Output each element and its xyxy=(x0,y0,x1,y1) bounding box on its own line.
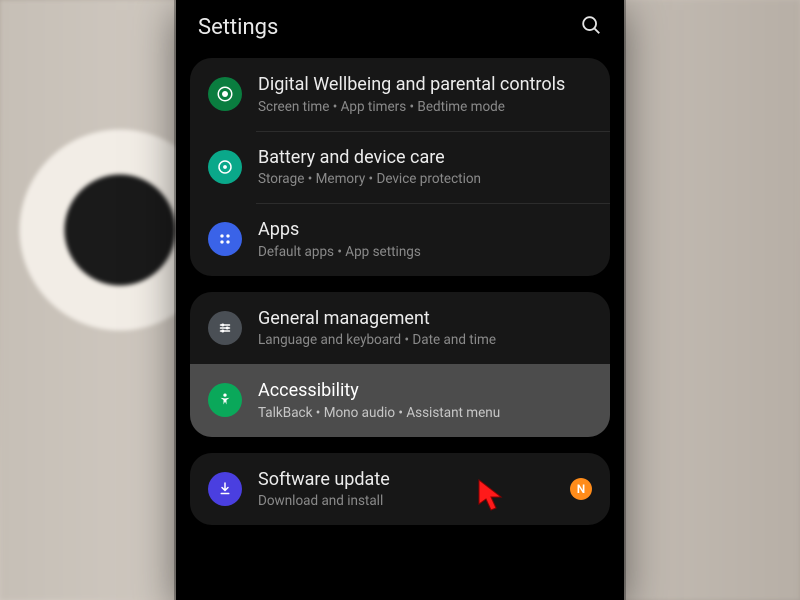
row-title: Battery and device care xyxy=(258,147,592,170)
row-text: General management Language and keyboard… xyxy=(258,308,592,349)
row-text: Software update Download and install xyxy=(258,469,554,510)
download-icon xyxy=(208,472,242,506)
row-title: Apps xyxy=(258,219,592,242)
row-text: Battery and device care Storage • Memory… xyxy=(258,147,592,188)
row-title: Software update xyxy=(258,469,554,492)
row-general[interactable]: General management Language and keyboard… xyxy=(190,292,610,365)
grid-icon xyxy=(208,222,242,256)
row-apps[interactable]: Apps Default apps • App settings xyxy=(190,203,610,276)
settings-group: Software update Download and install N xyxy=(190,453,610,526)
row-wellbeing[interactable]: Digital Wellbeing and parental controls … xyxy=(190,58,610,131)
row-subtitle: Language and keyboard • Date and time xyxy=(258,332,592,348)
row-title: Accessibility xyxy=(258,380,592,403)
row-text: Accessibility TalkBack • Mono audio • As… xyxy=(258,380,592,421)
phone-screen: Settings Digital Wellbeing and parental … xyxy=(176,0,624,600)
row-title: General management xyxy=(258,308,592,331)
sliders-icon xyxy=(208,311,242,345)
row-title: Digital Wellbeing and parental controls xyxy=(258,74,592,97)
person-icon xyxy=(208,383,242,417)
settings-header: Settings xyxy=(176,0,624,58)
row-battery[interactable]: Battery and device care Storage • Memory… xyxy=(190,131,610,204)
row-subtitle: Default apps • App settings xyxy=(258,244,592,260)
row-text: Apps Default apps • App settings xyxy=(258,219,592,260)
row-subtitle: Screen time • App timers • Bedtime mode xyxy=(258,99,592,115)
row-accessibility[interactable]: Accessibility TalkBack • Mono audio • As… xyxy=(190,364,610,437)
page-title: Settings xyxy=(198,15,278,40)
settings-group: Digital Wellbeing and parental controls … xyxy=(190,58,610,276)
settings-group: General management Language and keyboard… xyxy=(190,292,610,437)
row-subtitle: Download and install xyxy=(258,493,554,509)
target-icon xyxy=(208,77,242,111)
row-software[interactable]: Software update Download and install N xyxy=(190,453,610,526)
gauge-icon xyxy=(208,150,242,184)
search-icon[interactable] xyxy=(580,14,602,40)
notification-badge: N xyxy=(570,478,592,500)
row-subtitle: TalkBack • Mono audio • Assistant menu xyxy=(258,405,592,421)
row-subtitle: Storage • Memory • Device protection xyxy=(258,171,592,187)
row-text: Digital Wellbeing and parental controls … xyxy=(258,74,592,115)
